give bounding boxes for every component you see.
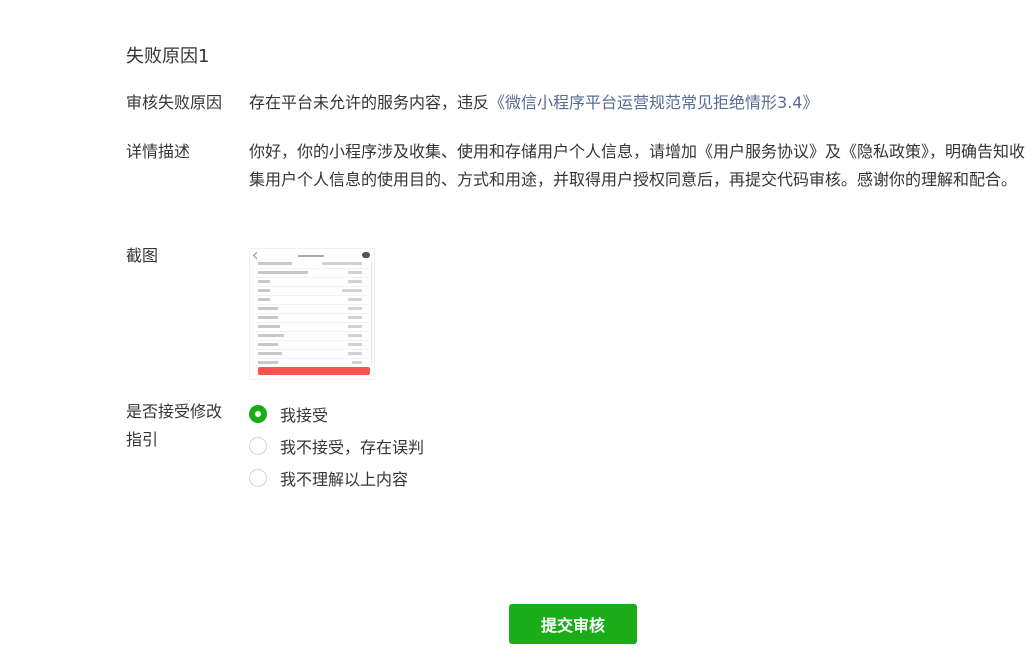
radio-unchecked-icon[interactable] bbox=[249, 437, 267, 455]
radio-unchecked-icon[interactable] bbox=[249, 469, 267, 487]
radio-option-reject[interactable]: 我不接受，存在误判 bbox=[249, 435, 424, 457]
reason-content: 存在平台未允许的服务内容，违反《微信小程序平台运营规范常见拒绝情形3.4》 bbox=[249, 89, 818, 117]
detail-label: 详情描述 bbox=[126, 142, 191, 161]
thumbnail-red-button bbox=[258, 367, 370, 375]
radio-option-unclear[interactable]: 我不理解以上内容 bbox=[249, 467, 408, 489]
section-title: 失败原因1 bbox=[126, 46, 210, 67]
thumbnail-title-bar bbox=[298, 255, 324, 257]
radio-option-label: 我不理解以上内容 bbox=[280, 470, 409, 489]
guide-label-line1: 是否接受修改 bbox=[126, 402, 223, 421]
screenshot-thumbnail[interactable] bbox=[249, 248, 375, 380]
radio-option-label: 我不接受，存在误判 bbox=[280, 438, 425, 457]
chevron-left-icon bbox=[252, 251, 261, 260]
radio-option-accept[interactable]: 我接受 bbox=[249, 403, 328, 425]
guide-label-line2: 指引 bbox=[126, 430, 159, 449]
submit-review-button[interactable]: 提交审核 bbox=[509, 604, 637, 644]
thumbnail-scroll-rail bbox=[371, 261, 372, 365]
radio-option-label: 我接受 bbox=[280, 406, 329, 425]
rules-link[interactable]: 《微信小程序平台运营规范常见拒绝情形3.4》 bbox=[489, 93, 818, 112]
radio-checked-icon[interactable] bbox=[249, 405, 267, 423]
reason-label: 审核失败原因 bbox=[126, 93, 223, 112]
reason-text: 存在平台未允许的服务内容，违反 bbox=[249, 93, 490, 112]
capsule-menu-icon bbox=[362, 252, 370, 258]
screenshot-label: 截图 bbox=[126, 246, 159, 265]
detail-text: 你好，你的小程序涉及收集、使用和存储用户个人信息，请增加《用户服务协议》及《隐私… bbox=[249, 142, 1026, 189]
